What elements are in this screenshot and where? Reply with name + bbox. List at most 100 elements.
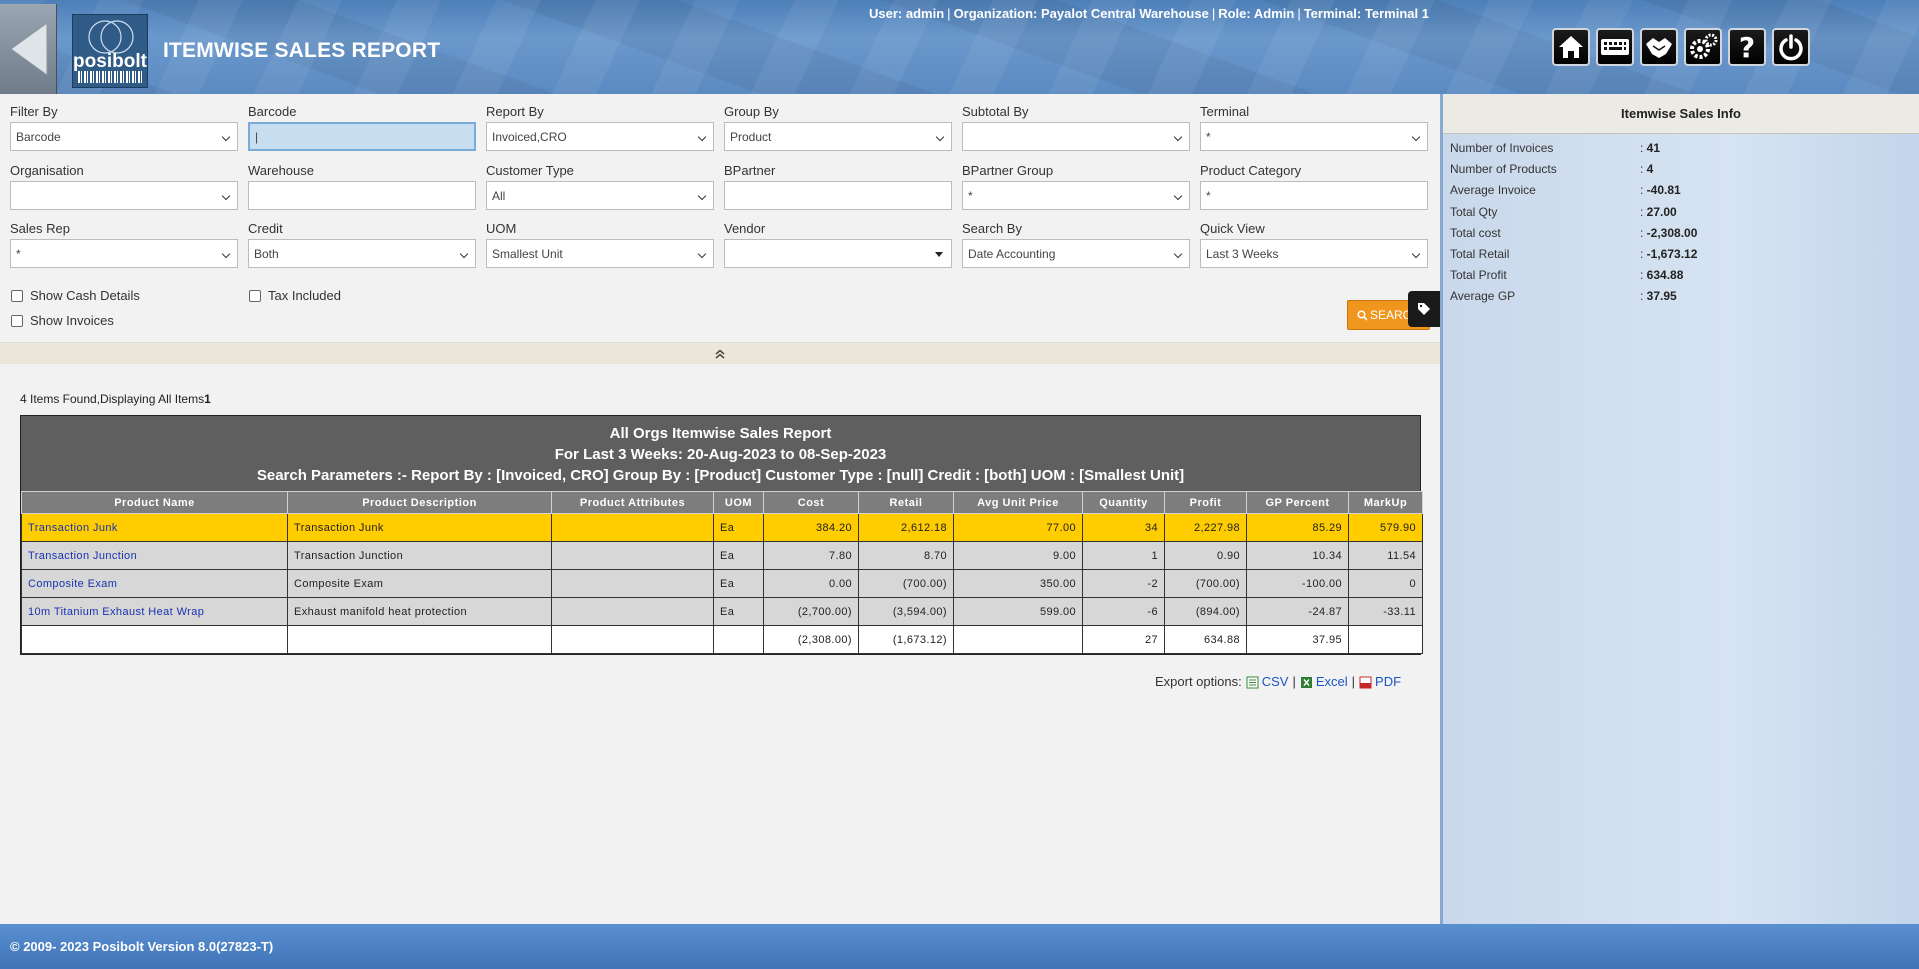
col-gp-percent[interactable]: GP Percent [1246, 491, 1349, 514]
table-row[interactable]: 10m Titanium Exhaust Heat Wrap Exhaust m… [21, 597, 1423, 626]
organisation-select[interactable] [10, 181, 238, 210]
product-link[interactable]: Transaction Junction [28, 550, 137, 562]
sales-rep-select[interactable]: * [10, 239, 238, 268]
table-row[interactable]: Transaction Junk Transaction Junk Ea 384… [21, 513, 1423, 542]
search-by-select[interactable]: Date Accounting [962, 239, 1190, 268]
export-pdf-link[interactable]: PDF [1359, 674, 1401, 689]
table-row[interactable]: Transaction Junction Transaction Junctio… [21, 541, 1423, 570]
product-attributes [551, 569, 714, 598]
page-number[interactable]: 1 [204, 392, 211, 406]
items-found-text: 4 Items Found,Displaying All Items1 [20, 392, 211, 406]
credit-field: Credit Both [248, 221, 476, 268]
markup-cell: 579.90 [1348, 513, 1423, 542]
filter-by-select[interactable]: Barcode [10, 122, 238, 151]
back-button[interactable] [0, 4, 57, 94]
product-description: Exhaust manifold heat protection [287, 597, 552, 626]
cost-cell: 384.20 [763, 513, 859, 542]
collapse-filters-bar[interactable] [0, 342, 1440, 364]
bpartner-input[interactable] [724, 181, 952, 210]
product-attributes [551, 513, 714, 542]
settings-button[interactable] [1684, 28, 1722, 66]
header-toolbar: ? [1552, 28, 1810, 66]
uom-cell: Ea [713, 597, 764, 626]
markup-cell: 0 [1348, 569, 1423, 598]
tag-button[interactable] [1408, 291, 1440, 327]
product-link[interactable]: Transaction Junk [28, 522, 118, 534]
tag-icon [1418, 303, 1430, 315]
tax-included-checkbox[interactable]: Tax Included [249, 288, 341, 303]
checkbox-box[interactable] [249, 289, 261, 302]
quick-view-field: Quick View Last 3 Weeks [1200, 221, 1428, 268]
gp-percent-cell: 10.34 [1246, 541, 1349, 570]
col-quantity[interactable]: Quantity [1082, 491, 1165, 514]
customer-type-select[interactable]: All [486, 181, 714, 210]
export-csv-link[interactable]: CSV [1246, 674, 1288, 689]
gp-percent-cell: -24.87 [1246, 597, 1349, 626]
col-markup[interactable]: MarkUp [1348, 491, 1423, 514]
quantity-cell: -2 [1082, 569, 1165, 598]
handshake-icon [1646, 38, 1672, 58]
logout-button[interactable] [1772, 28, 1810, 66]
product-description: Transaction Junk [287, 513, 552, 542]
handshake-button[interactable] [1640, 28, 1678, 66]
col-retail[interactable]: Retail [858, 491, 954, 514]
export-excel-link[interactable]: Excel [1300, 674, 1348, 689]
app-header: posibolt ITEMWISE SALES REPORT User: adm… [0, 0, 1919, 94]
show-cash-details-checkbox[interactable]: Show Cash Details [11, 288, 140, 303]
info-number-of-invoices: Number of Invoices: 41 [1450, 141, 1661, 155]
terminal-select[interactable]: * [1200, 122, 1428, 151]
col-uom[interactable]: UOM [713, 491, 764, 514]
barcode-input[interactable]: | [248, 122, 476, 151]
profit-cell: 2,227.98 [1164, 513, 1247, 542]
credit-select[interactable]: Both [248, 239, 476, 268]
vendor-select[interactable] [724, 239, 952, 268]
product-link[interactable]: 10m Titanium Exhaust Heat Wrap [28, 606, 204, 618]
uom-cell: Ea [713, 569, 764, 598]
filter-panel: Filter By Barcode Barcode | Report By In… [0, 94, 1440, 342]
checkbox-box[interactable] [11, 314, 23, 327]
gp-percent-cell: -100.00 [1246, 569, 1349, 598]
info-number-of-products: Number of Products: 4 [1450, 162, 1654, 176]
quick-view-select[interactable]: Last 3 Weeks [1200, 239, 1428, 268]
app-footer: © 2009- 2023 Posibolt Version 8.0(27823-… [0, 924, 1919, 969]
keyboard-button[interactable] [1596, 28, 1634, 66]
col-product-name[interactable]: Product Name [21, 491, 288, 514]
subtotal-by-field: Subtotal By [962, 104, 1190, 151]
bpartner-group-select[interactable]: * [962, 181, 1190, 210]
checkbox-box[interactable] [11, 289, 23, 302]
info-average-invoice: Average Invoice: -40.81 [1450, 183, 1681, 197]
group-by-select[interactable]: Product [724, 122, 952, 151]
info-total-profit: Total Profit: 634.88 [1450, 268, 1684, 282]
product-link[interactable]: Composite Exam [28, 578, 117, 590]
col-product-attributes[interactable]: Product Attributes [551, 491, 714, 514]
report-parameters: Search Parameters :- Report By : [Invoic… [256, 467, 1185, 484]
totals-row: (2,308.00) (1,673.12) 27 634.88 37.95 [21, 625, 1423, 654]
avg-unit-price-cell: 350.00 [953, 569, 1083, 598]
retail-cell: (3,594.00) [858, 597, 954, 626]
col-avg-unit-price[interactable]: Avg Unit Price [953, 491, 1083, 514]
double-chevron-up-icon [715, 349, 725, 359]
total-quantity: 27 [1082, 625, 1165, 654]
info-total-qty: Total Qty: 27.00 [1450, 205, 1677, 219]
cost-cell: 7.80 [763, 541, 859, 570]
markup-cell: 11.54 [1348, 541, 1423, 570]
show-invoices-checkbox[interactable]: Show Invoices [11, 313, 114, 328]
home-button[interactable] [1552, 28, 1590, 66]
retail-cell: 8.70 [858, 541, 954, 570]
warehouse-field: Warehouse [248, 163, 476, 210]
csv-icon [1246, 676, 1259, 689]
col-profit[interactable]: Profit [1164, 491, 1247, 514]
report-by-select[interactable]: Invoiced,CRO [486, 122, 714, 151]
subtotal-by-select[interactable] [962, 122, 1190, 151]
retail-cell: (700.00) [858, 569, 954, 598]
info-total-cost: Total cost: -2,308.00 [1450, 226, 1698, 240]
uom-select[interactable]: Smallest Unit [486, 239, 714, 268]
col-product-description[interactable]: Product Description [287, 491, 552, 514]
back-arrow-icon [10, 22, 48, 76]
markup-cell: -33.11 [1348, 597, 1423, 626]
table-row[interactable]: Composite Exam Composite Exam Ea 0.00 (7… [21, 569, 1423, 598]
help-button[interactable]: ? [1728, 28, 1766, 66]
product-category-input[interactable]: * [1200, 181, 1428, 210]
col-cost[interactable]: Cost [763, 491, 859, 514]
warehouse-input[interactable] [248, 181, 476, 210]
